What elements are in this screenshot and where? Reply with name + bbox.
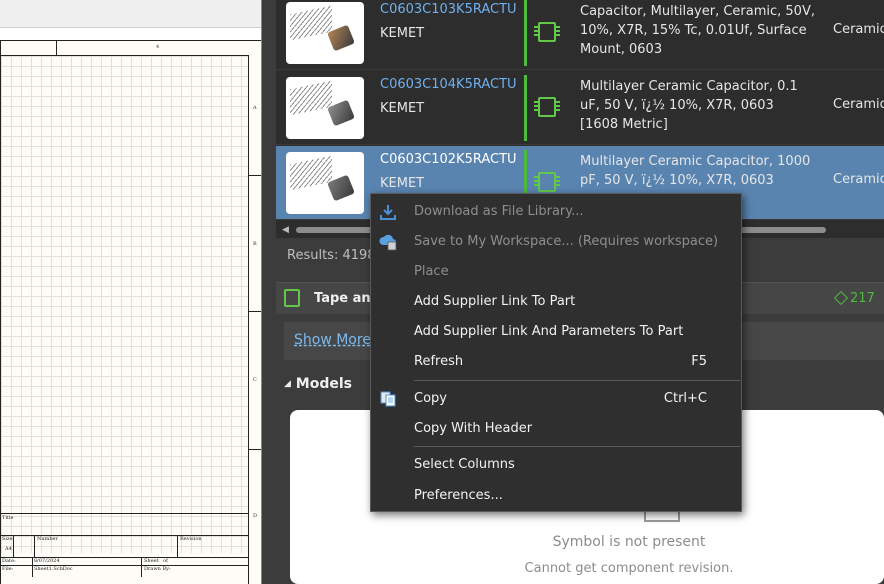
tb-revision-label: Revision <box>180 536 202 542</box>
part-thumbnail <box>286 77 364 139</box>
tb-size-value: A4 <box>5 546 12 552</box>
menu-item-label: Place <box>414 264 449 279</box>
menu-item-copy[interactable]: Copy Ctrl+C <box>371 384 741 414</box>
menu-item-add-supplier-link-parameters[interactable]: Add Supplier Link And Parameters To Part <box>371 317 741 347</box>
scroll-left-icon[interactable]: ◀ <box>282 225 289 235</box>
tb-rule <box>13 535 14 557</box>
zone-divider <box>249 449 261 450</box>
symbol-status-bar <box>524 75 527 141</box>
models-section-header[interactable]: ◢ Models <box>284 376 352 392</box>
component-chip-icon <box>534 22 560 42</box>
stock-cube-icon <box>833 290 849 306</box>
context-menu: Download as File Library... Save to My W… <box>370 193 742 512</box>
menu-item-label: Refresh <box>414 354 464 369</box>
schematic-canvas[interactable]: 4 A B C D Title Size A4 Number Revision <box>0 0 262 584</box>
collapse-triangle-icon[interactable]: ◢ <box>284 379 291 389</box>
result-row[interactable]: C0603C103K5RACTU KEMET Capacitor, Multil… <box>276 0 884 70</box>
row-zone-label: D <box>253 513 258 519</box>
title-block: Title Size A4 Number Revision Date: 8/07… <box>1 513 249 584</box>
part-number-link[interactable]: C0603C103K5RACTU <box>380 2 520 17</box>
column-zone-label: 4 <box>156 44 160 50</box>
show-more-link[interactable]: Show More <box>294 332 371 348</box>
component-chip-icon <box>534 97 560 117</box>
zone-divider <box>56 41 57 55</box>
menu-item-label: Copy With Header <box>414 421 533 436</box>
tb-sheet-label: Sheet <box>144 558 159 564</box>
menu-item-label: Select Columns <box>414 457 515 472</box>
tb-size-label: Size <box>2 536 13 542</box>
part-category: Ceramic <box>833 97 884 112</box>
manufacturer-name: KEMET <box>380 26 425 41</box>
tb-rule <box>32 557 33 577</box>
app-window: 4 A B C D Title Size A4 Number Revision <box>0 0 884 584</box>
part-description: Capacitor, Multilayer, Ceramic, 50V, 10%… <box>580 4 815 57</box>
component-chip-icon <box>534 172 560 192</box>
menu-item-label: Add Supplier Link To Part <box>414 294 576 309</box>
row-zone-label: A <box>253 105 257 111</box>
menu-separator <box>414 380 740 381</box>
canvas-background-strip <box>0 0 261 28</box>
row-zone-label: B <box>253 241 257 247</box>
schematic-sheet[interactable]: 4 A B C D Title Size A4 Number Revision <box>0 40 261 584</box>
part-number-link[interactable]: C0603C102K5RACTU <box>380 152 520 167</box>
part-number-link[interactable]: C0603C104K5RACTU <box>380 77 520 92</box>
menu-item-label: Preferences... <box>414 488 503 503</box>
menu-item-shortcut: F5 <box>691 354 707 369</box>
download-icon <box>380 205 396 220</box>
tb-number-label: Number <box>37 536 58 542</box>
menu-item-shortcut: Ctrl+C <box>663 391 707 406</box>
menu-item-select-columns[interactable]: Select Columns <box>371 450 741 480</box>
symbol-status-bar <box>524 0 527 66</box>
cloud-save-icon <box>379 234 397 251</box>
result-row[interactable]: C0603C104K5RACTU KEMET Multilayer Cerami… <box>276 71 884 145</box>
menu-item-add-supplier-link[interactable]: Add Supplier Link To Part <box>371 287 741 317</box>
tb-title-label: Title <box>2 515 14 521</box>
menu-item-refresh[interactable]: Refresh F5 <box>371 347 741 377</box>
part-category: Ceramic <box>833 172 884 187</box>
zone-divider <box>249 175 261 176</box>
revision-error-text: Cannot get component revision. <box>524 561 734 576</box>
tb-rule <box>141 557 142 577</box>
tb-rule <box>177 535 178 557</box>
symbol-missing-text: Symbol is not present <box>552 534 706 550</box>
copy-icon <box>380 391 396 407</box>
tb-sheet-of: of <box>163 558 168 564</box>
row-zone-label: C <box>253 377 257 383</box>
menu-item-label: Save to My Workspace... (Requires worksp… <box>414 234 719 249</box>
manufacturer-name: KEMET <box>380 101 425 116</box>
tb-date-value: 8/07/2024 <box>34 558 60 564</box>
menu-item-preferences[interactable]: Preferences... <box>371 481 741 511</box>
stock-count: 217 <box>850 291 875 306</box>
menu-item-label: Download as File Library... <box>414 204 584 219</box>
menu-item-copy-with-header[interactable]: Copy With Header <box>371 414 741 444</box>
sheet-grid <box>1 55 249 553</box>
results-grid[interactable]: C0603C103K5RACTU KEMET Capacitor, Multil… <box>276 0 884 222</box>
part-thumbnail <box>286 2 364 64</box>
menu-item-download-file-library[interactable]: Download as File Library... <box>371 197 741 227</box>
menu-item-place[interactable]: Place <box>371 257 741 287</box>
tb-file-value: Sheet1.SchDoc <box>34 566 73 572</box>
component-chip-icon <box>284 289 300 307</box>
tb-drawn-label: Drawn By: <box>144 566 171 572</box>
menu-item-label: Add Supplier Link And Parameters To Part <box>414 324 684 339</box>
zone-divider <box>249 311 261 312</box>
manufacturer-name: KEMET <box>380 176 425 191</box>
part-category: Ceramic <box>833 22 884 37</box>
menu-separator <box>414 446 740 447</box>
menu-item-label: Copy <box>414 391 447 406</box>
part-description: Multilayer Ceramic Capacitor, 0.1 uF, 50… <box>580 79 798 132</box>
models-title: Models <box>295 376 352 392</box>
tb-rule <box>34 535 35 557</box>
part-thumbnail <box>286 152 364 214</box>
menu-item-save-to-workspace[interactable]: Save to My Workspace... (Requires worksp… <box>371 227 741 257</box>
tb-file-label: File: <box>2 566 14 572</box>
tb-date-label: Date: <box>2 558 16 564</box>
